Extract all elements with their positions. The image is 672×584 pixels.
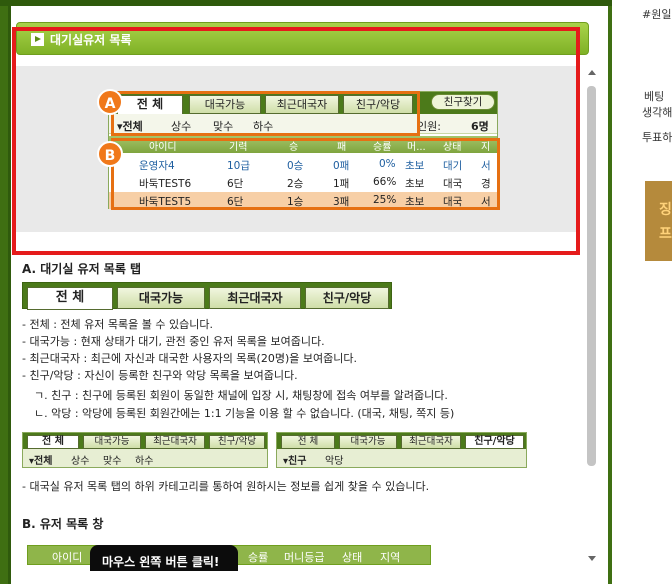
- strip-left-sub-upper[interactable]: 상수: [71, 452, 89, 467]
- desc-line-3: - 최근대국자 : 최근에 자신과 대국한 사용자의 목록(20명)을 보여줍니…: [22, 352, 357, 365]
- strip-right-sub-villains[interactable]: 악당: [325, 452, 343, 467]
- vertical-scrollbar[interactable]: [585, 66, 599, 566]
- strip-left-tab-recent[interactable]: 최근대국자: [145, 435, 205, 449]
- bg-text-4[interactable]: 투표하: [642, 129, 672, 145]
- strip-right-tab-all[interactable]: 전 체: [281, 435, 335, 449]
- section-a-tab-strip: 전 체 대국가능 최근대국자 친구/악당: [22, 282, 392, 310]
- background-page: #원일 베팅 생각해 투표하: [612, 0, 672, 584]
- scroll-up-arrow-icon[interactable]: [588, 70, 596, 75]
- strip-right-tab-friends[interactable]: 친구/악당: [465, 435, 524, 449]
- b-col-id[interactable]: 아이디: [52, 549, 82, 565]
- desc-sub-line-1: ㄱ. 친구 : 친구에 등록된 회원이 동일한 채널에 입장 시, 채팅창에 접…: [34, 389, 448, 402]
- strip-friends-subcategories: 전 체 대국가능 최근대국자 친구/악당 ▾친구 악당: [276, 432, 527, 468]
- strip-left-sub-lower[interactable]: 하수: [135, 452, 153, 467]
- strip-all-subcategories: 전 체 대국가능 최근대국자 친구/악당 ▾전체 상수 맞수 하수: [22, 432, 268, 468]
- strip-left-tab-friends[interactable]: 친구/악당: [209, 435, 265, 449]
- bg-text-3: 생각해: [642, 106, 672, 119]
- big-tab-all[interactable]: 전 체: [27, 287, 113, 310]
- big-tab-available[interactable]: 대국가능: [117, 287, 205, 309]
- desc-line-2: - 대국가능 : 현재 상태가 대기, 관전 중인 유저 목록을 보여줍니다.: [22, 335, 325, 348]
- desc-line-1: - 전체 : 전체 유저 목록을 볼 수 있습니다.: [22, 318, 213, 331]
- b-col-region[interactable]: 지역: [380, 549, 400, 565]
- big-tab-friends[interactable]: 친구/악당: [305, 287, 389, 309]
- scroll-thumb[interactable]: [587, 86, 596, 466]
- b-col-money[interactable]: 머니등급: [284, 549, 324, 565]
- bg-text-1: #원일: [642, 8, 672, 21]
- b-col-status[interactable]: 상태: [342, 549, 362, 565]
- strip-description: - 대국실 유저 목록 탭의 하위 카테고리를 통하여 원하시는 정보를 쉽게 …: [22, 480, 430, 493]
- strip-left-tab-all[interactable]: 전 체: [27, 435, 79, 449]
- section-a-title: A. 대기실 유저 목록 탭: [22, 262, 142, 276]
- section-b-title: B. 유저 목록 창: [22, 517, 104, 531]
- click-tooltip: 마우스 왼쪽 버튼 클릭!: [90, 545, 238, 571]
- desc-line-4: - 친구/악당 : 자신이 등록한 친구와 악당 목록을 보여줍니다.: [22, 369, 298, 382]
- scroll-down-arrow-icon[interactable]: [588, 556, 596, 561]
- bg-text-2: 베팅: [644, 90, 665, 103]
- bg-ad-banner[interactable]: 징 프: [645, 181, 672, 261]
- desc-sub-line-2: ㄴ. 악당 : 악당에 등록된 회원간에는 1:1 기능을 이용 할 수 없습니…: [34, 407, 455, 420]
- strip-left-sub-all[interactable]: ▾전체: [29, 452, 52, 467]
- red-highlight-frame: [12, 27, 580, 255]
- strip-right-tab-recent[interactable]: 최근대국자: [401, 435, 461, 449]
- b-col-rate[interactable]: 승률: [248, 549, 268, 565]
- strip-left-tab-available[interactable]: 대국가능: [83, 435, 141, 449]
- big-tab-recent[interactable]: 최근대국자: [209, 287, 301, 309]
- strip-left-sub-equal[interactable]: 맞수: [103, 452, 121, 467]
- strip-right-sub-friends[interactable]: ▾친구: [283, 452, 306, 467]
- strip-right-tab-available[interactable]: 대국가능: [339, 435, 397, 449]
